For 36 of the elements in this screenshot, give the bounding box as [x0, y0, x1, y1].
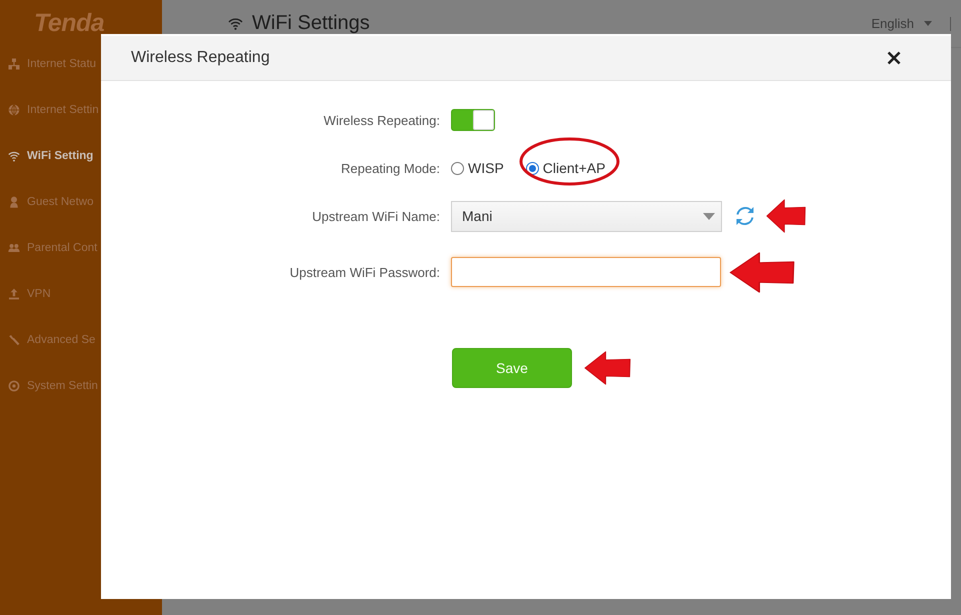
wifi-icon: [228, 17, 243, 30]
field-label: Upstream WiFi Name:: [311, 208, 440, 224]
sidebar-item[interactable]: Guest Netwo: [8, 196, 94, 208]
wrench-icon: [8, 334, 20, 346]
toggle-switch[interactable]: [451, 109, 495, 131]
field-label: Repeating Mode:: [340, 160, 440, 176]
caret-icon: [924, 21, 932, 26]
sidebar-item[interactable]: Internet Settin: [8, 104, 99, 116]
caret-icon: [703, 212, 715, 220]
globe-icon: [8, 104, 20, 116]
password-field[interactable]: [451, 257, 721, 287]
upload-icon: [8, 288, 20, 300]
radio-button[interactable]: [451, 162, 464, 174]
dialog-title: Wireless Repeating: [131, 49, 270, 67]
logo: Tenda: [34, 10, 104, 36]
sidebar-item[interactable]: Advanced Se: [8, 334, 96, 346]
people-icon: [8, 242, 20, 254]
language-dropdown[interactable]: English: [871, 16, 932, 31]
radio-label[interactable]: WISP: [468, 160, 504, 176]
wifi-name-dropdown[interactable]: Mani: [451, 200, 722, 232]
sidebar-item[interactable]: System Settin: [8, 380, 98, 392]
network-icon: [8, 58, 20, 70]
page-title: WiFi Settings: [252, 12, 370, 35]
person-icon: [8, 196, 20, 208]
field-label: Wireless Repeating:: [322, 112, 440, 128]
sidebar-item[interactable]: Parental Cont: [8, 242, 98, 254]
field-label: Upstream WiFi Password:: [288, 264, 440, 280]
close-icon: [887, 51, 901, 65]
save-button[interactable]: Save: [452, 348, 572, 388]
wifi-icon: [8, 150, 20, 162]
gear-icon: [8, 380, 20, 392]
close-button[interactable]: [885, 49, 903, 67]
radio-button[interactable]: [526, 162, 539, 174]
sidebar-item[interactable]: Internet Statu: [8, 58, 96, 70]
sidebar-item[interactable]: VPN: [8, 288, 51, 300]
sidebar-item[interactable]: WiFi Setting: [8, 150, 94, 162]
